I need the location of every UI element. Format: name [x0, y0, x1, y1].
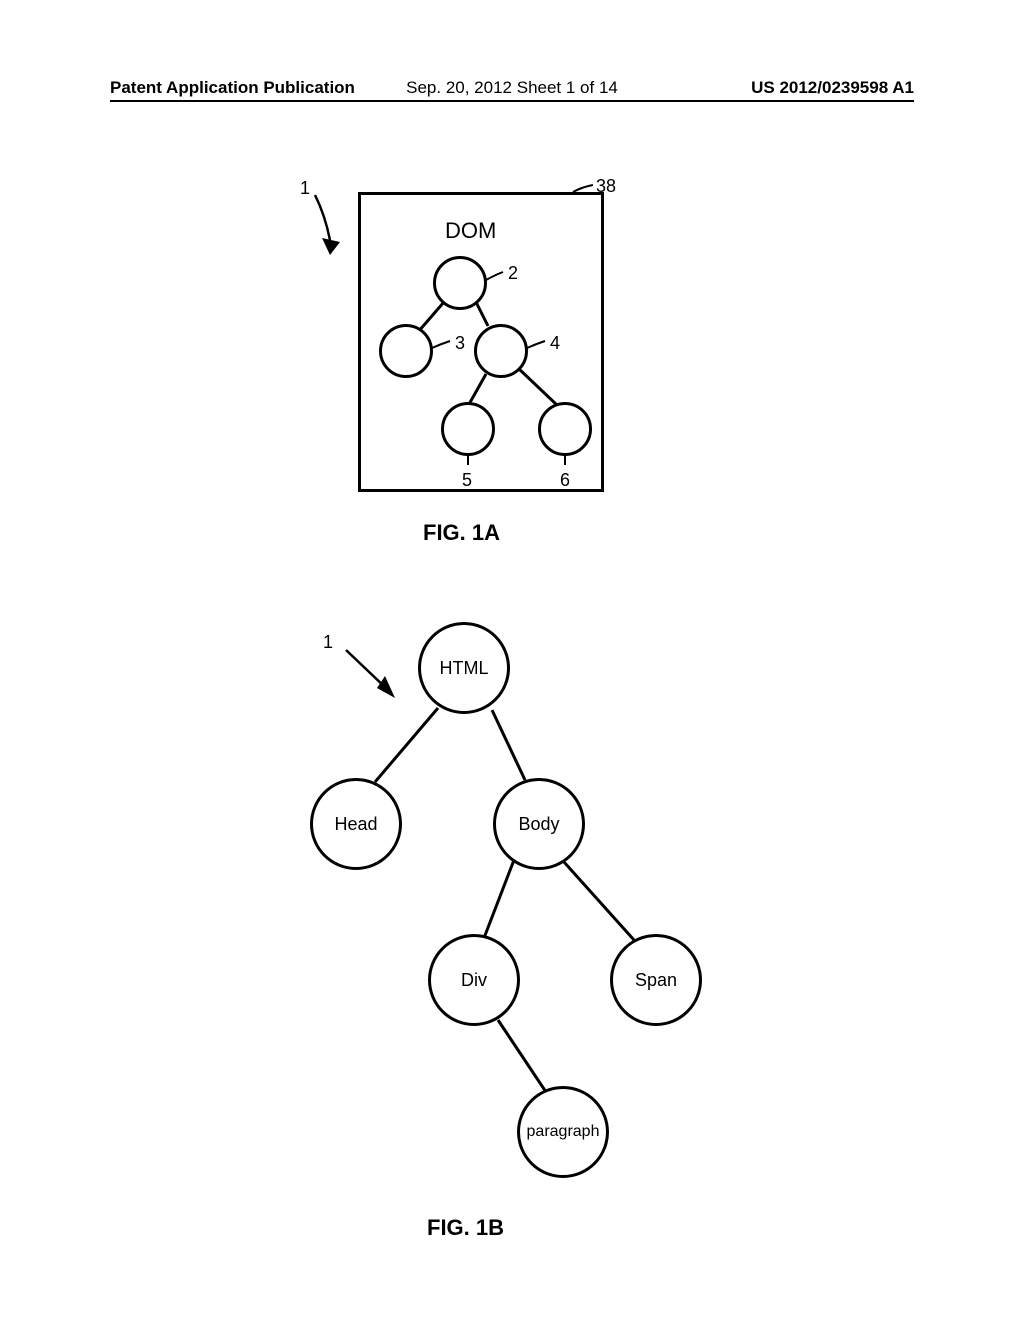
figB-node-div: Div: [428, 934, 520, 1026]
figB-node-html-label: HTML: [440, 658, 489, 679]
figA-ref-5: 5: [462, 470, 472, 491]
figA-node-3: [379, 324, 433, 378]
figA-node-4: [474, 324, 528, 378]
figB-node-span-label: Span: [635, 970, 677, 991]
figB-caption: FIG. 1B: [427, 1215, 504, 1241]
figB-node-html: HTML: [418, 622, 510, 714]
figB-node-head: Head: [310, 778, 402, 870]
figA-ref-6: 6: [560, 470, 570, 491]
figB-node-paragraph-label: paragraph: [527, 1123, 600, 1141]
figB-node-paragraph: paragraph: [517, 1086, 609, 1178]
figA-ref-1: 1: [300, 178, 310, 199]
figA-connectors: [0, 0, 1024, 1320]
figB-node-div-label: Div: [461, 970, 487, 991]
figB-ref-1: 1: [323, 632, 333, 653]
figA-node-5: [441, 402, 495, 456]
figB-node-span: Span: [610, 934, 702, 1026]
figA-ref-4: 4: [550, 333, 560, 354]
figB-node-body: Body: [493, 778, 585, 870]
figA-node-6: [538, 402, 592, 456]
figB-node-body-label: Body: [518, 814, 559, 835]
figA-ref-2: 2: [508, 263, 518, 284]
figA-ref-38: 38: [596, 176, 616, 197]
figA-node-2: [433, 256, 487, 310]
figA-ref-3: 3: [455, 333, 465, 354]
figB-node-head-label: Head: [334, 814, 377, 835]
figA-caption: FIG. 1A: [423, 520, 500, 546]
